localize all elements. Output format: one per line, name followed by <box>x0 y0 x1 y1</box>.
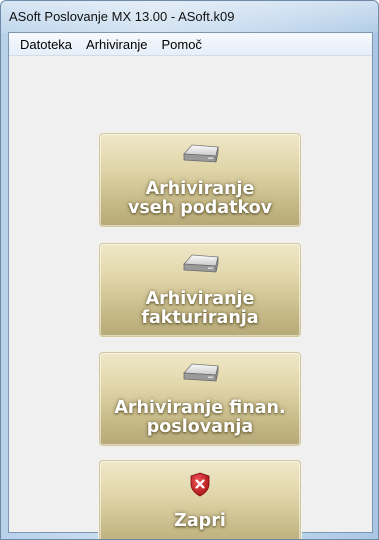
red-shield-close-icon <box>190 472 210 497</box>
hard-drive-icon <box>183 363 219 382</box>
window-title: ASoft Poslovanje MX 13.00 - ASoft.k09 <box>9 9 235 24</box>
archive-finance-button[interactable]: Arhiviranje finan. poslovanja <box>99 352 301 446</box>
client-area: Datoteka Arhiviranje Pomoč Arhiviranje v… <box>8 32 373 539</box>
app-window: ASoft Poslovanje MX 13.00 - ASoft.k09 Da… <box>0 0 379 540</box>
button-label-line2: vseh podatkov <box>127 198 273 218</box>
button-label-line1: Arhiviranje <box>145 179 255 199</box>
button-label-line1: Zapri <box>174 511 226 531</box>
archive-invoicing-button[interactable]: Arhiviranje fakturiranja <box>99 243 301 337</box>
close-button[interactable]: Zapri <box>99 460 301 539</box>
button-label-line2: poslovanja <box>146 417 254 437</box>
main-content: Arhiviranje vseh podatkov Arhiviranje fa… <box>9 56 372 539</box>
menu-bar: Datoteka Arhiviranje Pomoč <box>9 33 372 56</box>
title-bar[interactable]: ASoft Poslovanje MX 13.00 - ASoft.k09 <box>1 1 378 33</box>
button-label-line2: fakturiranja <box>141 308 259 328</box>
menu-datoteka[interactable]: Datoteka <box>13 35 79 54</box>
archive-all-data-button[interactable]: Arhiviranje vseh podatkov <box>99 133 301 227</box>
menu-arhiviranje[interactable]: Arhiviranje <box>79 35 154 54</box>
menu-pomoc[interactable]: Pomoč <box>154 35 208 54</box>
hard-drive-icon <box>183 144 219 163</box>
hard-drive-icon <box>183 254 219 273</box>
button-label-line1: Arhiviranje finan. <box>114 398 286 418</box>
button-label-line1: Arhiviranje <box>145 289 255 309</box>
